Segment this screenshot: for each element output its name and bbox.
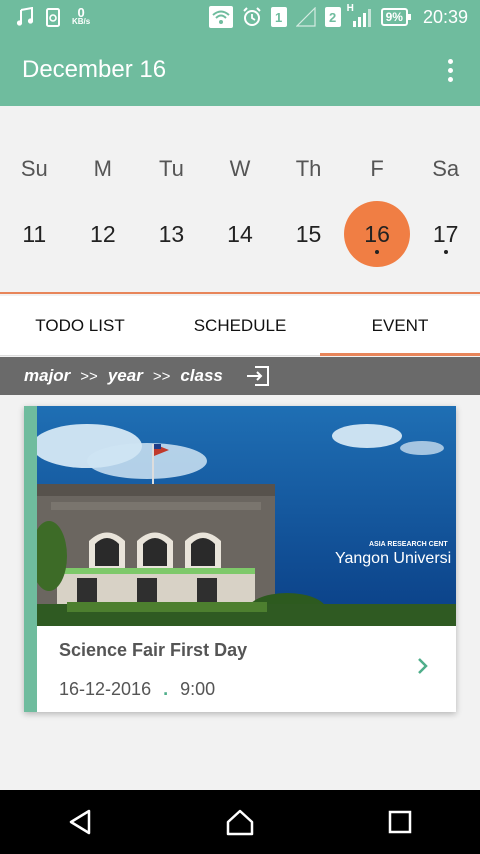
tab-event[interactable]: EVENT [320,296,480,356]
wifi-icon [208,6,233,28]
system-nav-bar [0,790,480,854]
event-list: ASIA RESEARCH CENT Yangon Universi Scien… [0,395,480,790]
breadcrumb-separator: >> [152,367,171,385]
sim1-badge: 1 [270,7,287,27]
event-dot [375,250,380,254]
status-bar: 0 KB/s 1 2 H 9% 20:39 [0,0,480,34]
event-meta: 16-12-2016 . 9:00 [59,679,215,700]
day-of-week-label: Tu [158,156,184,181]
signal-h-icon: H [347,3,372,27]
day-of-week-label: F [370,156,384,181]
signal-empty-icon [295,7,316,27]
signal-type-label: H [346,3,354,14]
day-of-week-label: Th [295,156,322,181]
network-speed-value: 0 [77,5,85,20]
image-caption: Yangon Universi [335,550,451,567]
tab-todo-list[interactable]: TODO LIST [0,296,160,355]
date-row: 11 12 13 14 15 16 17 [0,201,480,267]
date-cell-13[interactable]: 13 [138,201,204,267]
network-speed-unit: KB/s [72,17,91,26]
exit-to-app-icon[interactable] [245,365,271,387]
breadcrumb-separator: >> [80,367,98,385]
date-cell-11[interactable]: 11 [1,201,67,267]
day-of-week-label: W [229,156,251,181]
week-strip: Su M Tu W Th F Sa 11 12 13 14 15 16 17 [0,106,480,294]
day-of-week-row: Su M Tu W Th F Sa [0,156,480,182]
date-number: 17 [432,220,459,247]
date-number: 14 [227,220,253,247]
date-number: 13 [158,220,185,247]
card-accent-strip [24,406,37,712]
date-number: 11 [22,220,47,247]
recents-icon[interactable] [370,797,430,847]
date-number: 12 [90,220,116,247]
breadcrumb: major >> year >> class [0,357,480,395]
alarm-icon [242,7,262,27]
day-of-week-label: Sa [432,156,460,181]
sim2-badge: 2 [324,7,341,27]
event-time: 9:00 [180,679,216,699]
back-icon[interactable] [50,797,110,847]
app-bar: December 16 [0,34,480,106]
battery-indicator: 9% [380,8,412,26]
date-cell-12[interactable]: 12 [70,201,136,267]
clock: 20:39 [422,6,468,27]
clipboard-icon [46,7,60,27]
breadcrumb-major[interactable]: major [24,366,70,386]
tab-schedule[interactable]: SCHEDULE [160,296,320,355]
day-of-week-label: M [93,156,112,181]
event-title: Science Fair First Day [59,640,248,660]
date-cell-15[interactable]: 15 [276,201,342,267]
date-number: 16 [364,220,390,247]
network-speed: 0 KB/s [72,5,91,26]
date-cell-14[interactable]: 14 [207,201,273,267]
more-vert-icon[interactable] [430,42,470,98]
breadcrumb-class[interactable]: class [180,366,223,386]
tab-bar: TODO LIST SCHEDULE EVENT [0,296,480,356]
page-title: December 16 [22,56,167,83]
date-cell-17[interactable]: 17 [413,201,479,267]
home-icon[interactable] [210,797,270,847]
battery-level: 9% [385,10,403,24]
event-card[interactable]: ASIA RESEARCH CENT Yangon Universi Scien… [24,406,456,712]
event-date: 16-12-2016 [59,679,152,699]
event-dot [443,250,448,254]
meta-separator: . [163,679,169,699]
event-image: ASIA RESEARCH CENT Yangon Universi [37,406,456,626]
date-cell-16-selected[interactable]: 16 [344,201,411,267]
chevron-right-icon[interactable] [416,656,430,681]
music-note-icon [16,7,34,27]
day-of-week-label: Su [20,156,48,181]
image-caption-small: ASIA RESEARCH CENT [369,541,448,548]
date-number: 15 [295,220,322,247]
breadcrumb-year[interactable]: year [108,366,143,386]
